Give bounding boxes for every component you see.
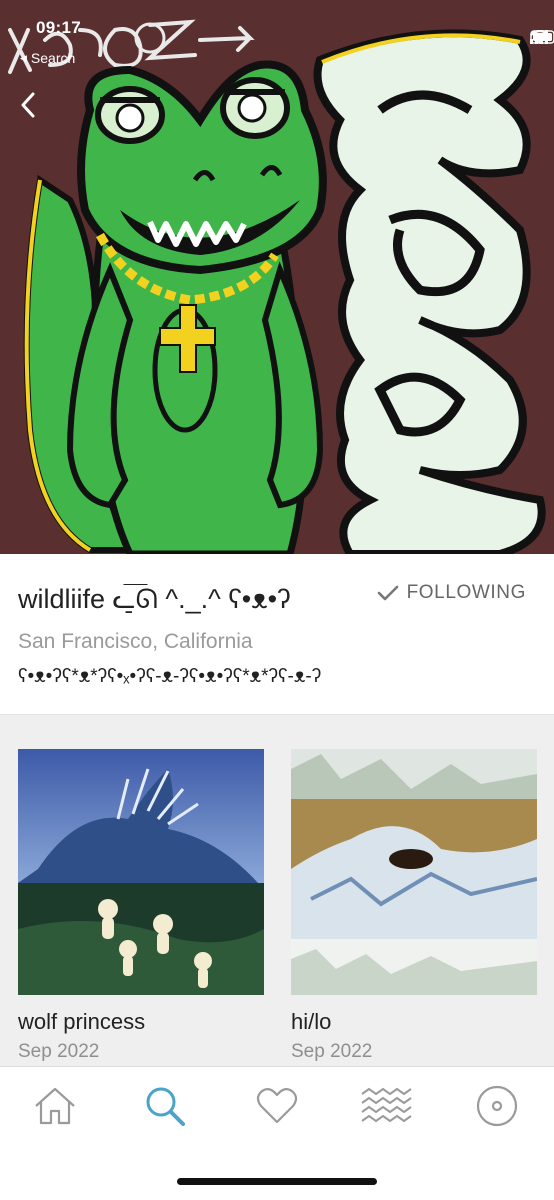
forest-spirits-cover-image [18, 749, 264, 995]
tab-favorites[interactable] [249, 1081, 305, 1131]
release-card[interactable]: hi/lo Sep 2022 [291, 749, 537, 1063]
release-card[interactable]: wolf princess Sep 2022 [18, 749, 264, 1063]
checkmark-icon [377, 585, 398, 601]
back-triangle-icon: ◀ [20, 52, 27, 63]
status-time: 09:17 [36, 18, 81, 37]
release-title[interactable]: wolf princess [18, 1009, 264, 1035]
chevron-left-icon [21, 92, 35, 118]
tab-home[interactable] [27, 1081, 83, 1131]
record-icon [476, 1085, 518, 1127]
battery-icon [530, 30, 554, 44]
crocodile-artwork-image [0, 0, 554, 554]
following-button[interactable]: FOLLOWING [377, 582, 526, 604]
glitch-cover-image [291, 749, 537, 995]
following-label: FOLLOWING [406, 582, 526, 603]
tab-collection[interactable] [469, 1081, 525, 1131]
release-grid: wolf princess Sep 2022 hi/lo Sep 2022 [0, 714, 554, 1066]
release-cover-wolf-princess[interactable] [18, 749, 264, 995]
profile-header: wildliife ᓚ̠͞ᘏ ^._.^ ʕ•ᴥ•ʔ FOLLOWING San… [0, 554, 554, 714]
home-icon [35, 1087, 75, 1125]
search-icon [146, 1087, 185, 1126]
release-title[interactable]: hi/lo [291, 1009, 537, 1035]
home-indicator[interactable] [177, 1178, 377, 1185]
profile-name: wildliife ᓚ̠͞ᘏ ^._.^ ʕ•ᴥ•ʔ [18, 584, 291, 614]
release-date: Sep 2022 [18, 1041, 100, 1062]
tab-search[interactable] [137, 1081, 193, 1131]
back-to-app-link[interactable]: ◀ Search [20, 50, 75, 66]
tab-feed[interactable] [359, 1081, 415, 1131]
back-button[interactable] [20, 92, 60, 132]
header-artwork: 09:17 ◀ Search [0, 0, 554, 554]
waves-icon [361, 1087, 412, 1123]
heart-icon [256, 1088, 298, 1124]
back-app-label: Search [30, 50, 76, 66]
release-cover-hi-lo[interactable] [291, 749, 537, 995]
profile-bio: ʕ•ᴥ•ʔʕ*ᴥ*ʔʕ•ₓ•ʔʕ-ᴥ-ʔʕ•ᴥ•ʔʕ*ᴥ*ʔʕ-ᴥ-ʔ [18, 666, 322, 687]
release-date: Sep 2022 [291, 1041, 373, 1062]
profile-location: San Francisco, California [18, 630, 253, 653]
